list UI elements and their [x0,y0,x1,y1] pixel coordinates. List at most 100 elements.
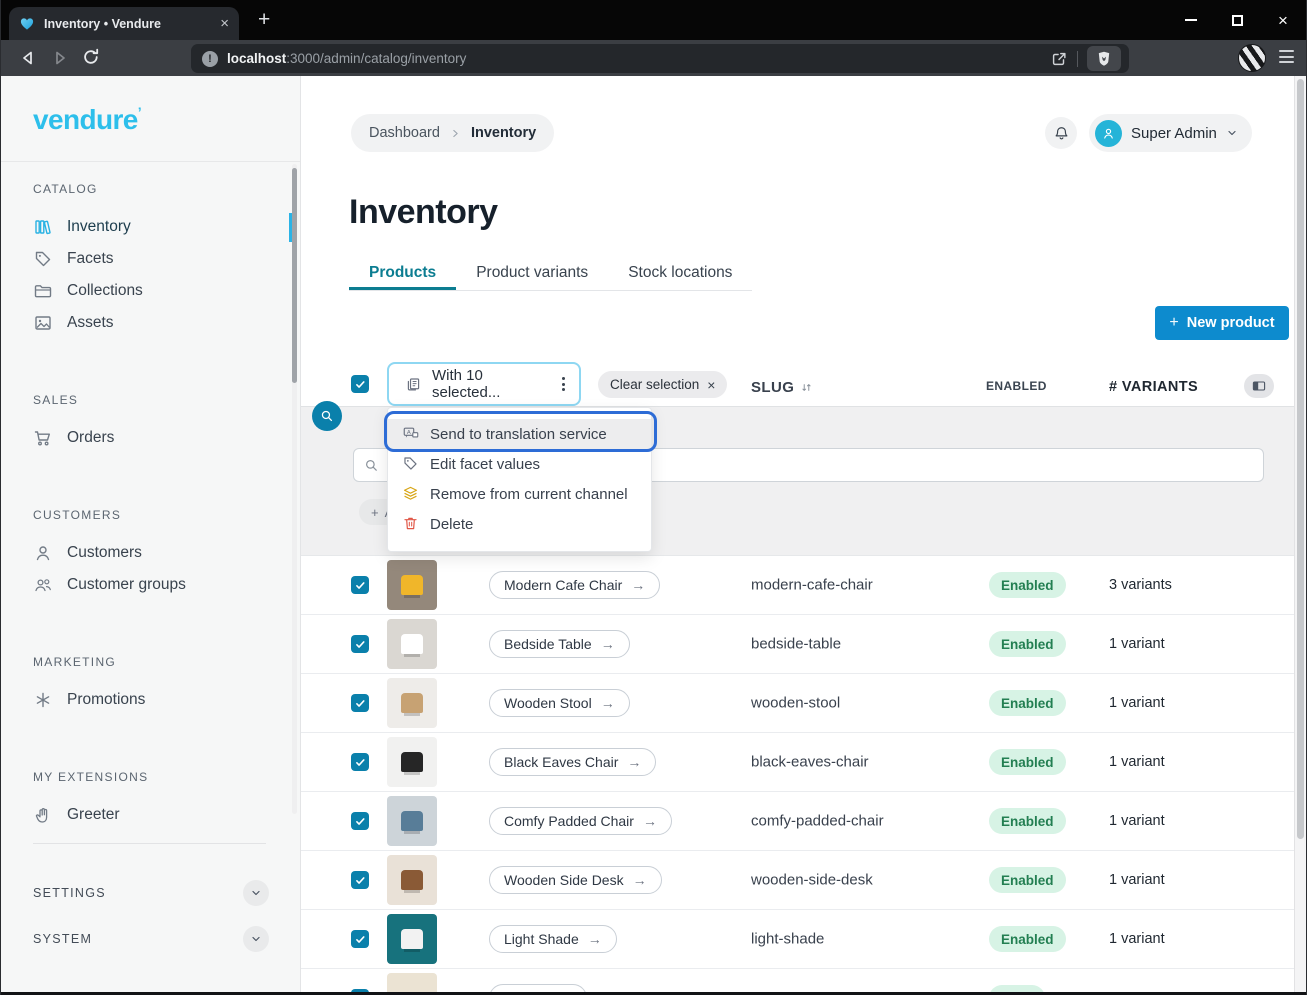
plus-icon: + [1169,314,1178,332]
reload-button[interactable] [81,47,101,67]
product-thumbnail [387,678,437,728]
table-row: → [301,969,1294,992]
new-product-button[interactable]: + New product [1155,306,1289,340]
product-thumbnail [387,796,437,846]
tab-close-icon[interactable]: × [220,16,229,31]
search-fab-button[interactable] [312,401,342,431]
product-name-link[interactable]: Wooden Stool→ [489,689,630,717]
avatar [1095,120,1122,147]
row-checkbox[interactable] [351,871,369,889]
row-checkbox[interactable] [351,930,369,948]
sidebar-item-orders[interactable]: Orders [33,422,269,454]
window-controls: × [1168,0,1306,40]
row-checkbox[interactable] [351,753,369,771]
share-icon[interactable] [1050,50,1068,68]
sort-icon[interactable] [800,381,813,394]
product-name-link[interactable]: Wooden Side Desk→ [489,866,662,894]
arrow-right-icon: → [588,931,602,947]
notifications-button[interactable] [1045,117,1077,149]
product-name-link[interactable]: Bedside Table→ [489,630,630,658]
minimize-button[interactable] [1168,0,1214,40]
menu-item-send-to-translation[interactable]: A Send to translation service [388,419,651,449]
product-slug: wooden-side-desk [751,872,873,889]
sidebar-item-label: Assets [67,314,114,332]
column-picker-button[interactable] [1244,374,1274,398]
menu-item-remove-from-channel[interactable]: Remove from current channel [388,479,651,509]
sidebar-scrollbar-thumb[interactable] [292,168,297,383]
people-icon [33,575,53,595]
product-name-link[interactable]: → [489,984,587,992]
layers-icon [402,485,420,503]
sidebar-item-collections[interactable]: Collections [33,275,269,307]
column-header-slug[interactable]: SLUG [751,379,813,396]
sidebar-section-system[interactable]: SYSTEM [33,916,269,962]
logo-tick: ’ [138,104,141,120]
product-name-link[interactable]: Modern Cafe Chair→ [489,571,660,599]
row-checkbox[interactable] [351,576,369,594]
breadcrumb[interactable]: Dashboard Inventory [351,114,554,152]
tab-title: Inventory • Vendure [44,17,211,31]
status-badge: Enabled [989,926,1066,952]
new-tab-button[interactable]: + [258,8,270,32]
bulk-actions-button[interactable]: With 10 selected... [387,362,581,406]
sidebar-item-inventory[interactable]: Inventory [33,211,269,243]
sidebar-item-label: Greeter [67,806,120,824]
status-badge: Enabled [989,690,1066,716]
row-checkbox[interactable] [351,694,369,712]
bulk-actions-label: With 10 selected... [432,367,548,401]
chevron-down-icon[interactable] [243,926,269,952]
product-name-link[interactable]: Light Shade→ [489,925,617,953]
maximize-button[interactable] [1214,0,1260,40]
nav-group-customers: CUSTOMERS Customers Customer groups [33,508,300,601]
product-thumbnail [387,914,437,964]
menu-item-delete[interactable]: Delete [388,509,651,539]
back-button[interactable] [17,47,39,69]
cart-icon [33,428,53,448]
browser-tab-bar: Inventory • Vendure × + × [1,0,1306,40]
sidebar-item-facets[interactable]: Facets [33,243,269,275]
product-thumbnail [387,560,437,610]
arrow-right-icon: → [633,872,647,888]
user-menu[interactable]: Super Admin [1089,114,1252,152]
folder-icon [33,281,53,301]
table-row: Light Shade→ light-shade Enabled 1 varia… [301,910,1294,969]
section-label: SYSTEM [33,932,92,946]
column-header-variants[interactable]: # VARIANTS [1109,379,1198,395]
product-name-link[interactable]: Comfy Padded Chair→ [489,807,672,835]
row-checkbox[interactable] [351,812,369,830]
tab-stock-locations[interactable]: Stock locations [608,258,752,290]
select-all-checkbox[interactable] [351,375,369,393]
window-close-button[interactable]: × [1260,0,1306,40]
row-checkbox[interactable] [351,635,369,653]
url-bar[interactable]: ! localhost:3000/admin/catalog/inventory [191,44,1129,73]
sparkle-icon [33,690,53,710]
tab-products[interactable]: Products [349,258,456,290]
sidebar-item-promotions[interactable]: Promotions [33,684,269,716]
tab-product-variants[interactable]: Product variants [456,258,608,290]
user-name: Super Admin [1131,125,1217,142]
sidebar-item-customer-groups[interactable]: Customer groups [33,569,269,601]
kebab-menu-icon[interactable] [558,377,569,391]
brave-shield-icon[interactable] [1087,46,1121,71]
page-scrollbar[interactable] [1294,76,1306,992]
browser-tab[interactable]: Inventory • Vendure × [9,7,239,40]
breadcrumb-dashboard[interactable]: Dashboard [369,125,440,141]
forward-button[interactable] [49,47,71,69]
site-info-icon[interactable]: ! [202,51,218,67]
sidebar-item-customers[interactable]: Customers [33,537,269,569]
tag-icon [33,249,53,269]
sidebar-item-label: Orders [67,429,114,447]
browser-profile-avatar[interactable] [1238,44,1266,72]
page-scrollbar-thumb[interactable] [1297,79,1304,839]
menu-item-edit-facet-values[interactable]: Edit facet values [388,449,651,479]
close-icon: × [707,377,715,393]
product-name-link[interactable]: Black Eaves Chair→ [489,748,656,776]
sidebar-item-greeter[interactable]: Greeter [33,799,269,831]
column-header-enabled[interactable]: ENABLED [986,379,1047,393]
browser-menu-icon[interactable] [1279,50,1294,63]
chevron-down-icon[interactable] [243,880,269,906]
status-badge: Enabled [989,631,1066,657]
clear-selection-button[interactable]: Clear selection × [598,371,727,398]
sidebar-section-settings[interactable]: SETTINGS [33,870,269,916]
sidebar-item-assets[interactable]: Assets [33,307,269,339]
